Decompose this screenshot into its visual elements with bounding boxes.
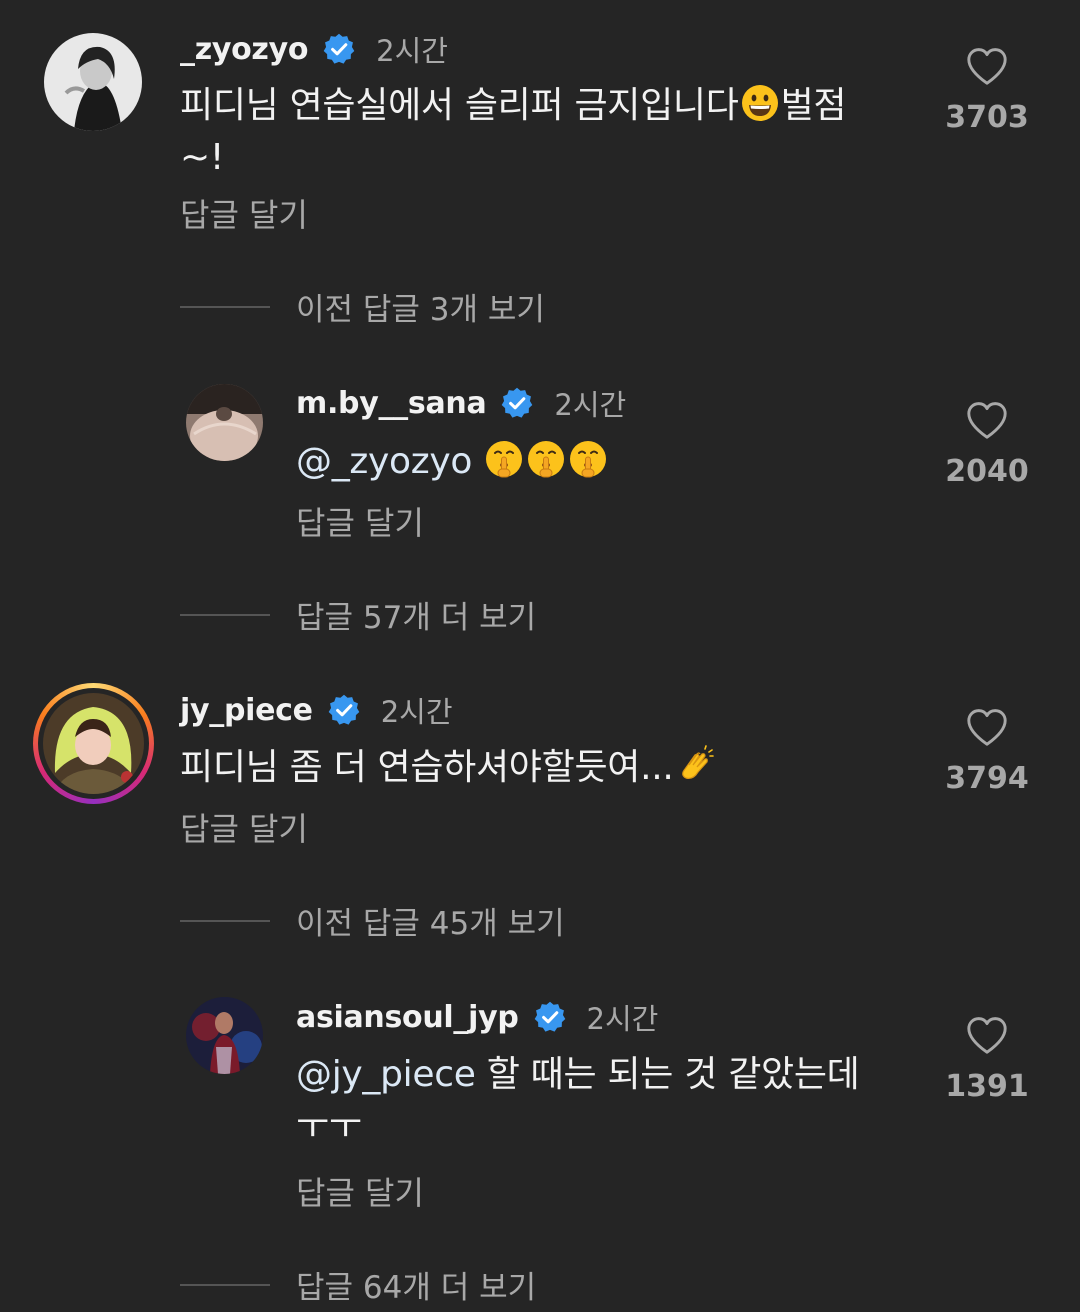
comment-text: 피디님 좀 더 연습하셔야할듯여... — [180, 742, 910, 794]
mention-link[interactable]: @_zyozyo — [296, 441, 472, 482]
reply-button[interactable]: 답글 달기 — [296, 498, 424, 544]
view-previous-replies[interactable]: 이전 답글 45개 보기 — [180, 898, 565, 943]
divider — [180, 1283, 270, 1286]
view-previous-replies[interactable]: 이전 답글 3개 보기 — [180, 284, 545, 329]
shushing-face-emoji — [526, 439, 566, 479]
view-previous-replies-label[interactable]: 이전 답글 3개 보기 — [296, 284, 545, 329]
username[interactable]: m.by__sana — [296, 386, 487, 421]
view-more-replies[interactable]: 답글 57개 더 보기 — [180, 592, 536, 637]
verified-badge-icon — [500, 386, 534, 420]
divider — [180, 305, 270, 308]
heart-outline-icon — [965, 707, 1009, 747]
avatar[interactable] — [186, 384, 263, 461]
view-previous-replies-label[interactable]: 이전 답글 45개 보기 — [296, 898, 565, 943]
avatar[interactable] — [186, 997, 263, 1074]
mention-link[interactable]: @jy_piece — [296, 1054, 476, 1095]
like-button[interactable]: 2040 — [932, 400, 1042, 489]
username[interactable]: _zyozyo — [180, 32, 308, 67]
view-more-replies[interactable]: 답글 64개 더 보기 — [180, 1262, 536, 1307]
reply-button[interactable]: 답글 달기 — [180, 190, 308, 236]
reply-button[interactable]: 답글 달기 — [296, 1168, 424, 1214]
timestamp: 2시간 — [554, 388, 627, 422]
username[interactable]: jy_piece — [180, 693, 313, 728]
timestamp: 2시간 — [586, 1002, 659, 1036]
heart-outline-icon — [965, 46, 1009, 86]
timestamp: 2시간 — [380, 695, 453, 729]
like-count: 2040 — [945, 454, 1029, 489]
view-more-replies-label[interactable]: 답글 64개 더 보기 — [296, 1262, 536, 1307]
divider — [180, 919, 270, 922]
comment-text: @jy_piece 할 때는 되는 것 같았는데 ㅜㅜ — [296, 1054, 860, 1147]
avatar[interactable] — [43, 693, 144, 794]
like-count: 3794 — [945, 761, 1029, 796]
verified-badge-icon — [322, 32, 356, 66]
divider — [180, 613, 270, 616]
like-button[interactable]: 1391 — [932, 1015, 1042, 1104]
like-button[interactable]: 3794 — [932, 707, 1042, 796]
heart-outline-icon — [965, 1015, 1009, 1055]
username[interactable]: asiansoul_jyp — [296, 1000, 519, 1035]
clapping-hands-emoji — [675, 745, 715, 785]
verified-badge-icon — [327, 693, 361, 727]
heart-outline-icon — [965, 400, 1009, 440]
avatar[interactable] — [44, 33, 142, 131]
reply-button[interactable]: 답글 달기 — [180, 804, 308, 850]
timestamp: 2시간 — [376, 34, 448, 68]
like-count: 3703 — [945, 100, 1029, 135]
shushing-face-emoji — [568, 439, 608, 479]
shushing-face-emoji — [484, 439, 524, 479]
comment-text: @_zyozyo — [296, 436, 1026, 488]
verified-badge-icon — [533, 1000, 567, 1034]
like-button[interactable]: 3703 — [932, 46, 1042, 135]
grinning-face-emoji — [740, 83, 780, 123]
comment-text: 피디님 연습실에서 슬리퍼 금지입니다 벌점 ~! — [180, 83, 847, 178]
like-count: 1391 — [945, 1069, 1029, 1104]
view-more-replies-label[interactable]: 답글 57개 더 보기 — [296, 592, 536, 637]
